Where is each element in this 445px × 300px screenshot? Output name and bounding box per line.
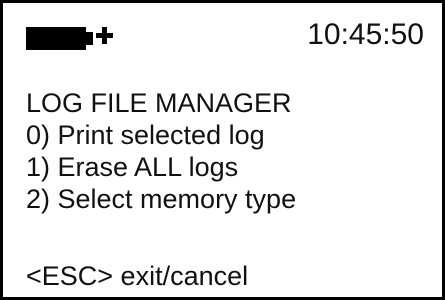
menu-item-select-memory-type[interactable]: 2) Select memory type [26, 183, 296, 215]
menu-item-print-selected-log[interactable]: 0) Print selected log [26, 119, 296, 151]
lcd-screen: 10:45:50 LOG FILE MANAGER 0) Print selec… [0, 0, 445, 300]
battery-charging-icon [26, 27, 113, 50]
menu-list: 0) Print selected log 1) Erase ALL logs … [26, 119, 296, 215]
plus-icon [96, 27, 113, 44]
battery-tip [86, 32, 93, 45]
status-bar: 10:45:50 [3, 3, 442, 63]
battery-body [26, 27, 86, 50]
clock: 10:45:50 [307, 18, 424, 51]
menu-title: LOG FILE MANAGER [26, 88, 292, 118]
menu-item-erase-all-logs[interactable]: 1) Erase ALL logs [26, 151, 296, 183]
esc-hint: <ESC> exit/cancel [26, 261, 249, 291]
